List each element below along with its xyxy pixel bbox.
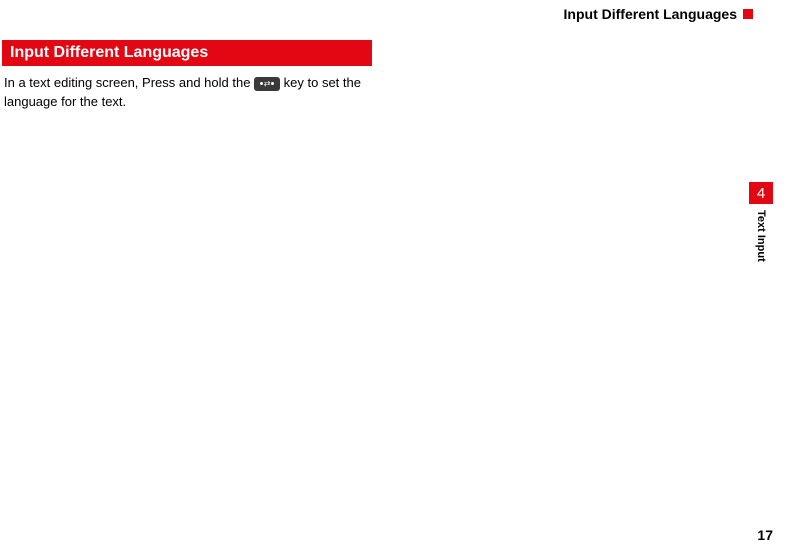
header-marker-icon — [743, 9, 753, 19]
section-heading: Input Different Languages — [2, 40, 372, 66]
document-page: Input Different Languages Input Differen… — [0, 0, 803, 551]
page-number: 17 — [757, 527, 773, 543]
chapter-label: Text Input — [755, 210, 767, 262]
section-body: In a text editing screen, Press and hold… — [4, 74, 374, 112]
header-title: Input Different Languages — [564, 6, 737, 22]
language-key-icon: ⇄ — [254, 77, 280, 91]
chapter-side-tab: 4 Text Input — [749, 182, 773, 262]
chapter-number: 4 — [749, 182, 773, 204]
body-text-pre: In a text editing screen, Press and hold… — [4, 75, 254, 90]
page-header: Input Different Languages — [2, 6, 783, 22]
